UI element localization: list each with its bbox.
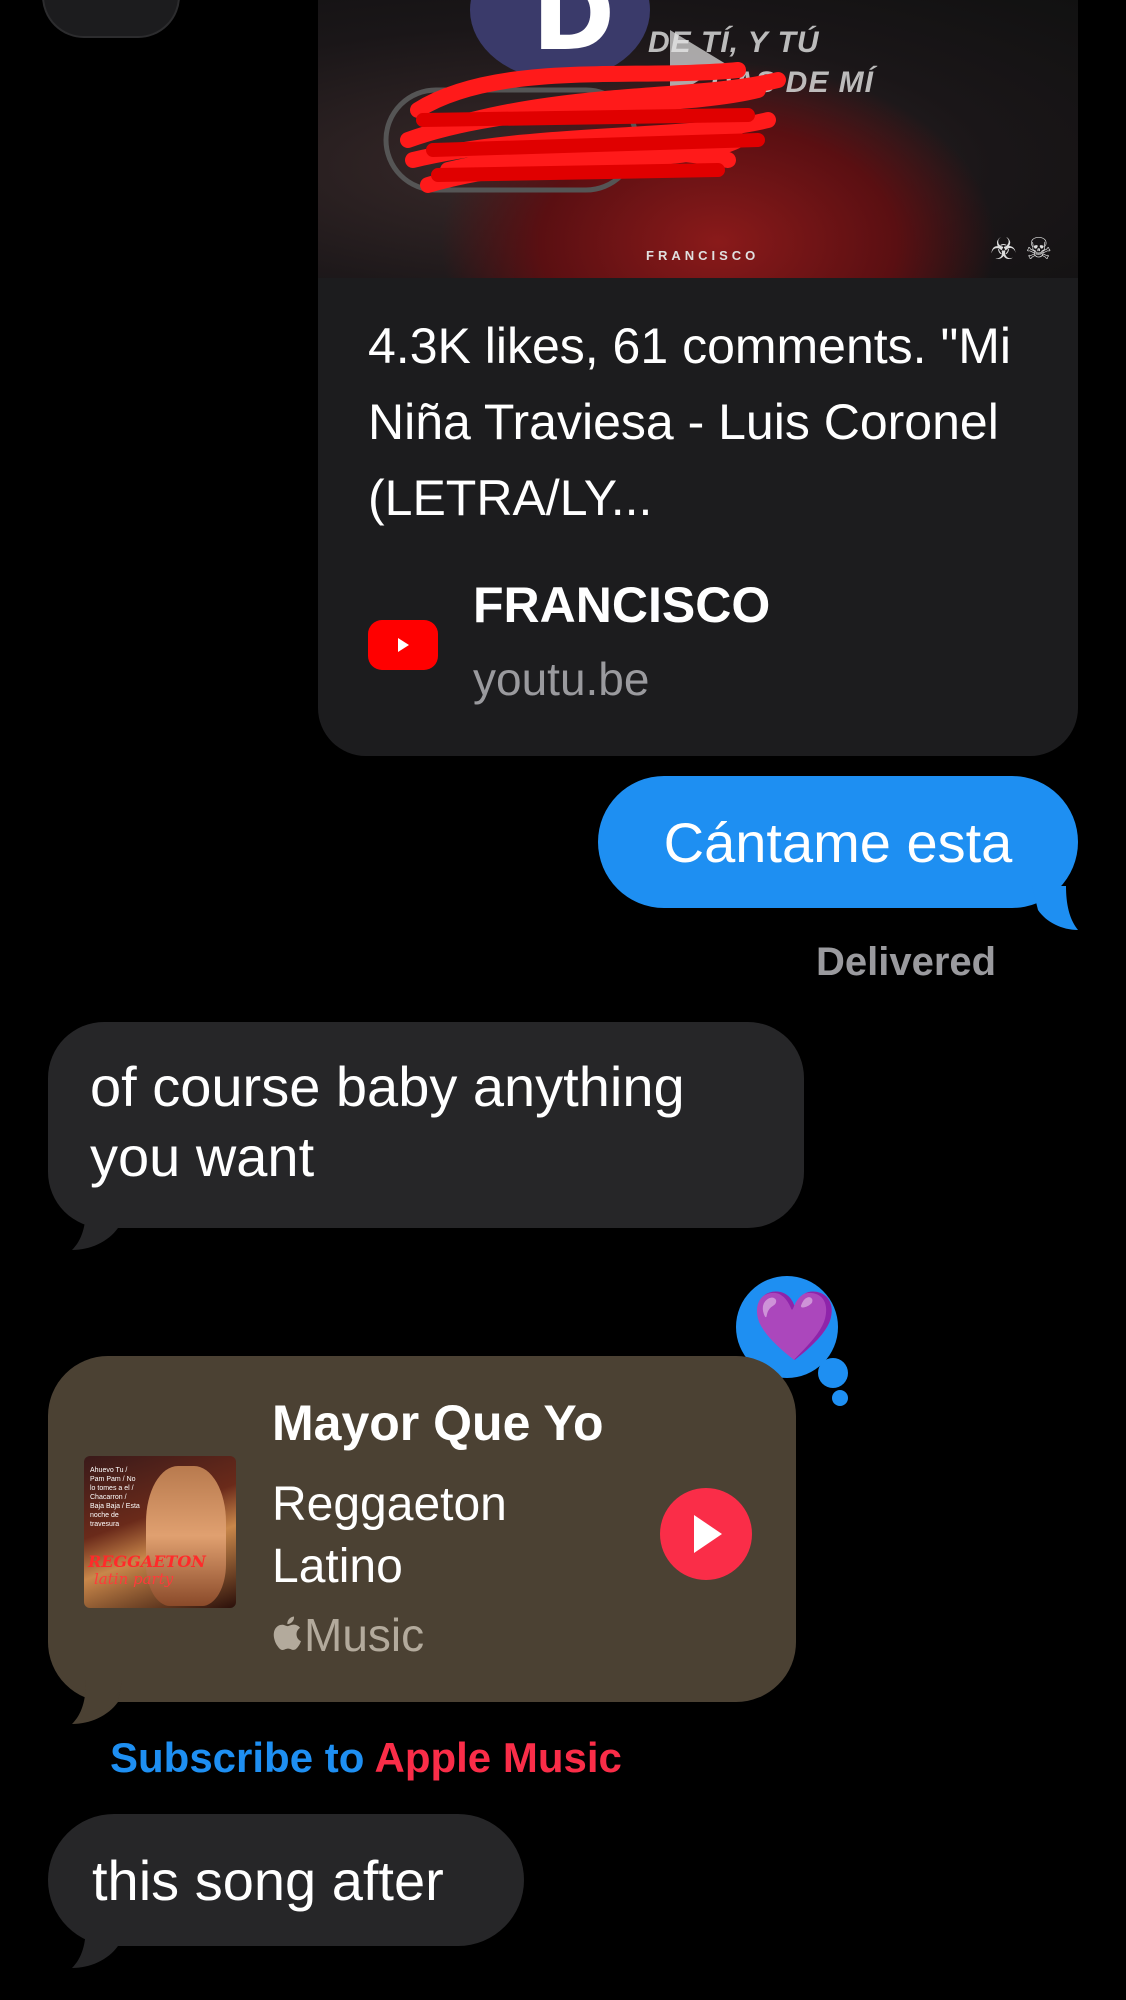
video-thumbnail[interactable]: D DE TÍ, Y TÚ DAS DE MÍ FRANCISCO ☣ ☠ — [318, 0, 1078, 278]
play-button[interactable] — [660, 1488, 752, 1580]
play-icon — [694, 1515, 722, 1553]
redaction-scribble — [383, 62, 786, 193]
outgoing-message-bubble[interactable]: Cántame esta — [598, 776, 1078, 908]
song-title: Mayor Que Yo — [272, 1395, 604, 1451]
album-artwork: Ahuevo Tu / Pam Pam / No lo tomes a el /… — [84, 1456, 236, 1608]
music-service-text: Music — [304, 1609, 425, 1661]
purple-heart-icon: 💜 — [752, 1288, 837, 1364]
outgoing-message-text: Cántame esta — [663, 811, 1013, 874]
music-card-tail — [72, 1680, 122, 1724]
incoming-bubble-tail — [72, 1206, 122, 1250]
subscribe-apple-music-link[interactable]: Subscribe to Apple Music — [110, 1734, 622, 1782]
album-label: REGGAETON — [88, 1552, 206, 1571]
link-preview-card[interactable]: D DE TÍ, Y TÚ DAS DE MÍ FRANCISCO ☣ ☠ 4.… — [318, 0, 1078, 756]
outgoing-bubble-tail — [1032, 886, 1078, 930]
back-button[interactable] — [42, 0, 180, 38]
tapback-tail-dot-small — [832, 1390, 848, 1406]
thumbnail-logo-marks: ☣ ☠ — [990, 233, 1053, 266]
subscribe-prefix: Subscribe to — [110, 1734, 375, 1781]
link-preview-channel: FRANCISCO — [473, 577, 771, 633]
song-artist: Reggaeton Latino — [272, 1478, 507, 1593]
subscribe-service: Apple Music — [374, 1734, 622, 1781]
delivery-status: Delivered — [816, 940, 997, 984]
music-service-label: Music — [272, 1608, 424, 1662]
incoming-message-bubble[interactable]: of course baby anything you want — [48, 1022, 804, 1228]
link-preview-domain: youtu.be — [473, 653, 650, 705]
album-sublabel: latin party — [94, 1570, 174, 1588]
tapback-tail-dot — [818, 1358, 848, 1388]
link-preview-description: 4.3K likes, 61 comments. "Mi Niña Travie… — [368, 318, 1011, 526]
apple-logo-icon — [273, 1616, 301, 1651]
music-share-card[interactable]: Ahuevo Tu / Pam Pam / No lo tomes a el /… — [48, 1356, 796, 1702]
incoming-message-text: this song after — [92, 1849, 444, 1912]
incoming-bubble-tail — [72, 1924, 122, 1968]
incoming-message-text: of course baby anything you want — [90, 1055, 685, 1188]
youtube-icon — [368, 620, 438, 670]
thumbnail-channel-watermark: FRANCISCO — [646, 248, 760, 263]
album-tracklist: Ahuevo Tu / Pam Pam / No lo tomes a el /… — [90, 1467, 140, 1528]
